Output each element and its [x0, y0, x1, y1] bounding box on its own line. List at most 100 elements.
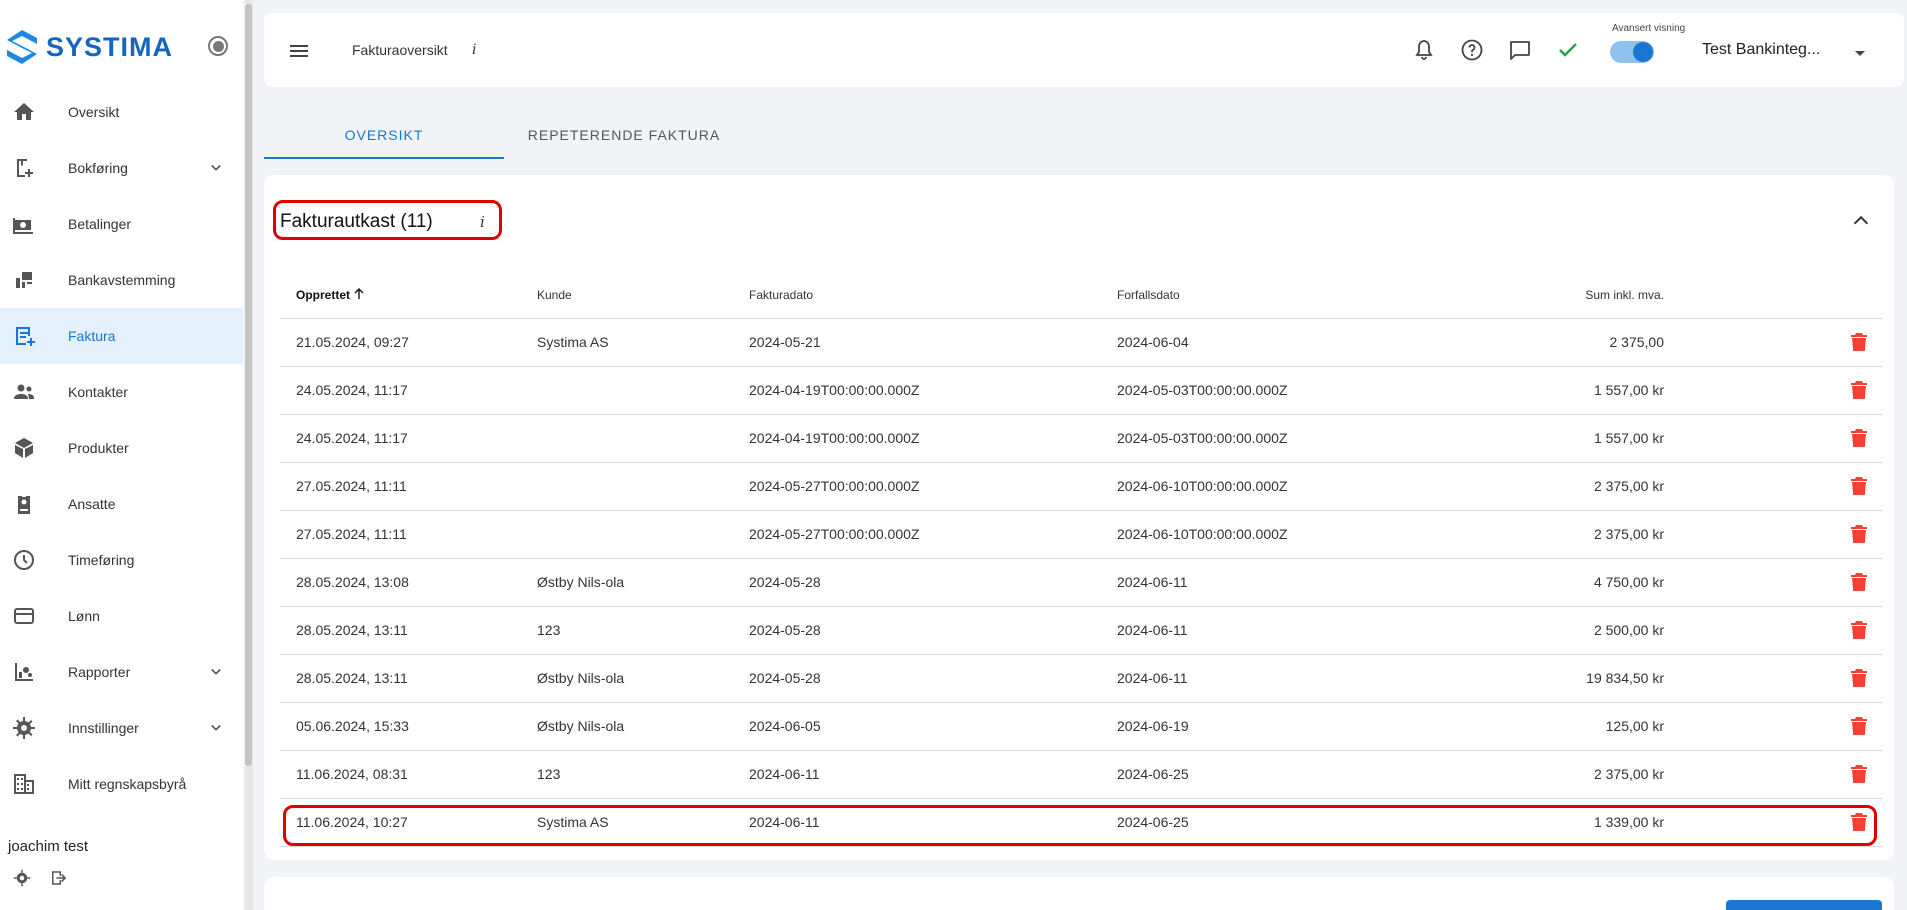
cell-forfallsdato: 2024-06-19: [1117, 702, 1485, 751]
delete-icon[interactable]: [1850, 764, 1868, 784]
cell-opprettet: 24.05.2024, 11:17: [280, 366, 537, 415]
delete-icon[interactable]: [1850, 332, 1868, 352]
company-selector[interactable]: Test Bankinteg...: [1702, 41, 1820, 59]
delete-icon[interactable]: [1850, 572, 1868, 592]
sidebar-item-label: Faktura: [68, 328, 116, 344]
cell-fakturadato: 2024-06-11: [749, 750, 1117, 799]
cell-opprettet: 11.06.2024, 08:31: [280, 750, 537, 799]
sidebar-item-betalinger[interactable]: Betalinger: [0, 196, 243, 252]
delete-icon[interactable]: [1850, 428, 1868, 448]
table-row[interactable]: 21.05.2024, 09:27 Systima AS 2024-05-21 202…: [280, 318, 1882, 367]
sidebar-item-mitt-regnskapsbyra[interactable]: Mitt regnskapsbyrå: [0, 756, 243, 812]
tab-repeterende-faktura[interactable]: REPETERENDE FAKTURA: [504, 127, 744, 159]
chevron-down-icon[interactable]: [206, 718, 226, 738]
card-icon: [14, 608, 34, 624]
cell-forfallsdato: 2024-06-11: [1117, 558, 1485, 607]
sidebar-item-label: Innstillinger: [68, 720, 139, 736]
sidebar-item-lonn[interactable]: Lønn: [0, 588, 243, 644]
sidebar-scrollbar-thumb[interactable]: [245, 4, 252, 766]
table-row[interactable]: 11.06.2024, 08:31 123 2024-06-11 2024-06-25…: [280, 750, 1882, 799]
delete-icon[interactable]: [1850, 620, 1868, 640]
delete-icon[interactable]: [1850, 380, 1868, 400]
cell-actions: [1664, 702, 1882, 751]
sidebar-item-timeforing[interactable]: Timeføring: [0, 532, 243, 588]
delete-icon[interactable]: [1850, 716, 1868, 736]
cell-fakturadato: 2024-05-27T00:00:00.000Z: [749, 462, 1117, 511]
gear-icon: [13, 717, 35, 739]
table-row[interactable]: 28.05.2024, 13:08 Østby Nils-ola 2024-05-2…: [280, 558, 1882, 607]
caret-down-icon[interactable]: [1852, 45, 1868, 61]
cell-actions: [1664, 510, 1882, 559]
delete-icon[interactable]: [1850, 524, 1868, 544]
cell-sum: 2 375,00 kr: [1485, 750, 1664, 799]
table-row[interactable]: 05.06.2024, 15:33 Østby Nils-ola 2024-06-0…: [280, 702, 1882, 751]
logout-icon[interactable]: [49, 869, 67, 887]
cell-opprettet: 28.05.2024, 13:08: [280, 558, 537, 607]
cell-sum: 1 557,00 kr: [1485, 414, 1664, 463]
cell-forfallsdato: 2024-05-03T00:00:00.000Z: [1117, 414, 1485, 463]
sidebar-item-label: Produkter: [68, 440, 129, 456]
help-icon[interactable]: [1460, 38, 1484, 62]
column-header-forfallsdato[interactable]: Forfallsdato: [1117, 272, 1485, 319]
advanced-view-toggle[interactable]: [1610, 41, 1654, 63]
cell-forfallsdato: 2024-06-10T00:00:00.000Z: [1117, 462, 1485, 511]
column-label: Opprettet: [296, 287, 350, 302]
sidebar-nav: Oversikt Bokføring Betalinger Bankavstem…: [0, 84, 243, 812]
payments-icon: [13, 218, 33, 234]
box-icon: [15, 438, 33, 458]
sidebar-item-label: Oversikt: [68, 104, 120, 120]
sidebar-item-label: Betalinger: [68, 216, 132, 232]
cell-opprettet: 27.05.2024, 11:11: [280, 462, 537, 511]
cell-opprettet: 28.05.2024, 13:11: [280, 654, 537, 703]
sidebar-item-ansatte[interactable]: Ansatte: [0, 476, 243, 532]
tab-oversikt[interactable]: OVERSIKT: [264, 127, 504, 159]
cell-sum: 2 375,00: [1485, 318, 1664, 367]
table-row[interactable]: 24.05.2024, 11:17 2024-04-19T00:00:00.000…: [280, 366, 1882, 415]
table-row[interactable]: 28.05.2024, 13:11 Østby Nils-ola 2024-05-2…: [280, 654, 1882, 703]
sidebar-item-oversikt[interactable]: Oversikt: [0, 84, 243, 140]
sidebar-item-bankavstemming[interactable]: Bankavstemming: [0, 252, 243, 308]
drafts-table: Opprettet Kunde Fakturadato Forfallsdato…: [280, 272, 1882, 847]
top-bar: Fakturaoversikt i Avansert visning Test …: [264, 13, 1904, 87]
page-info-icon[interactable]: i: [472, 42, 476, 58]
user-settings-icon[interactable]: [13, 869, 31, 887]
logo-text: SYSTIMA: [46, 31, 174, 62]
systima-logo[interactable]: SYSTIMA: [4, 28, 173, 66]
delete-icon[interactable]: [1850, 476, 1868, 496]
cell-kunde: Systima AS: [537, 318, 749, 367]
column-header-fakturadato[interactable]: Fakturadato: [749, 272, 1117, 319]
cell-fakturadato: 2024-05-28: [749, 558, 1117, 607]
delete-icon[interactable]: [1850, 668, 1868, 688]
chat-icon[interactable]: [1508, 38, 1532, 62]
column-header-sum[interactable]: Sum inkl. mva.: [1485, 272, 1664, 319]
table-row[interactable]: 27.05.2024, 11:11 2024-05-27T00:00:00.000…: [280, 462, 1882, 511]
sidebar-item-rapporter[interactable]: Rapporter: [0, 644, 243, 700]
column-header-kunde[interactable]: Kunde: [537, 272, 749, 319]
cell-fakturadato: 2024-04-19T00:00:00.000Z: [749, 414, 1117, 463]
table-row[interactable]: 27.05.2024, 11:11 2024-05-27T00:00:00.000…: [280, 510, 1882, 559]
sidebar-item-produkter[interactable]: Produkter: [0, 420, 243, 476]
table-row[interactable]: 24.05.2024, 11:17 2024-04-19T00:00:00.000…: [280, 414, 1882, 463]
primary-action-button[interactable]: [1726, 900, 1882, 910]
bell-icon[interactable]: [1412, 38, 1436, 62]
cell-kunde: Østby Nils-ola: [537, 558, 749, 607]
sidebar-item-bokforing[interactable]: Bokføring: [0, 140, 243, 196]
chevron-down-icon[interactable]: [206, 662, 226, 682]
building-icon: [14, 774, 34, 794]
cell-fakturadato: 2024-04-19T00:00:00.000Z: [749, 366, 1117, 415]
cell-kunde: [537, 510, 749, 559]
table-row[interactable]: 28.05.2024, 13:11 123 2024-05-28 2024-06-11…: [280, 606, 1882, 655]
sidebar-item-faktura[interactable]: Faktura: [0, 308, 243, 364]
column-header-opprettet[interactable]: Opprettet: [280, 272, 537, 319]
menu-icon[interactable]: [288, 41, 310, 61]
cell-kunde: [537, 414, 749, 463]
cell-actions: [1664, 654, 1882, 703]
cell-kunde: Østby Nils-ola: [537, 702, 749, 751]
sidebar-item-kontakter[interactable]: Kontakter: [0, 364, 243, 420]
chevron-down-icon[interactable]: [206, 158, 226, 178]
theme-toggle-icon[interactable]: [208, 36, 228, 56]
chevron-up-icon[interactable]: [1850, 209, 1872, 231]
sidebar-item-innstillinger[interactable]: Innstillinger: [0, 700, 243, 756]
cell-sum: 1 557,00 kr: [1485, 366, 1664, 415]
cell-actions: [1664, 750, 1882, 799]
